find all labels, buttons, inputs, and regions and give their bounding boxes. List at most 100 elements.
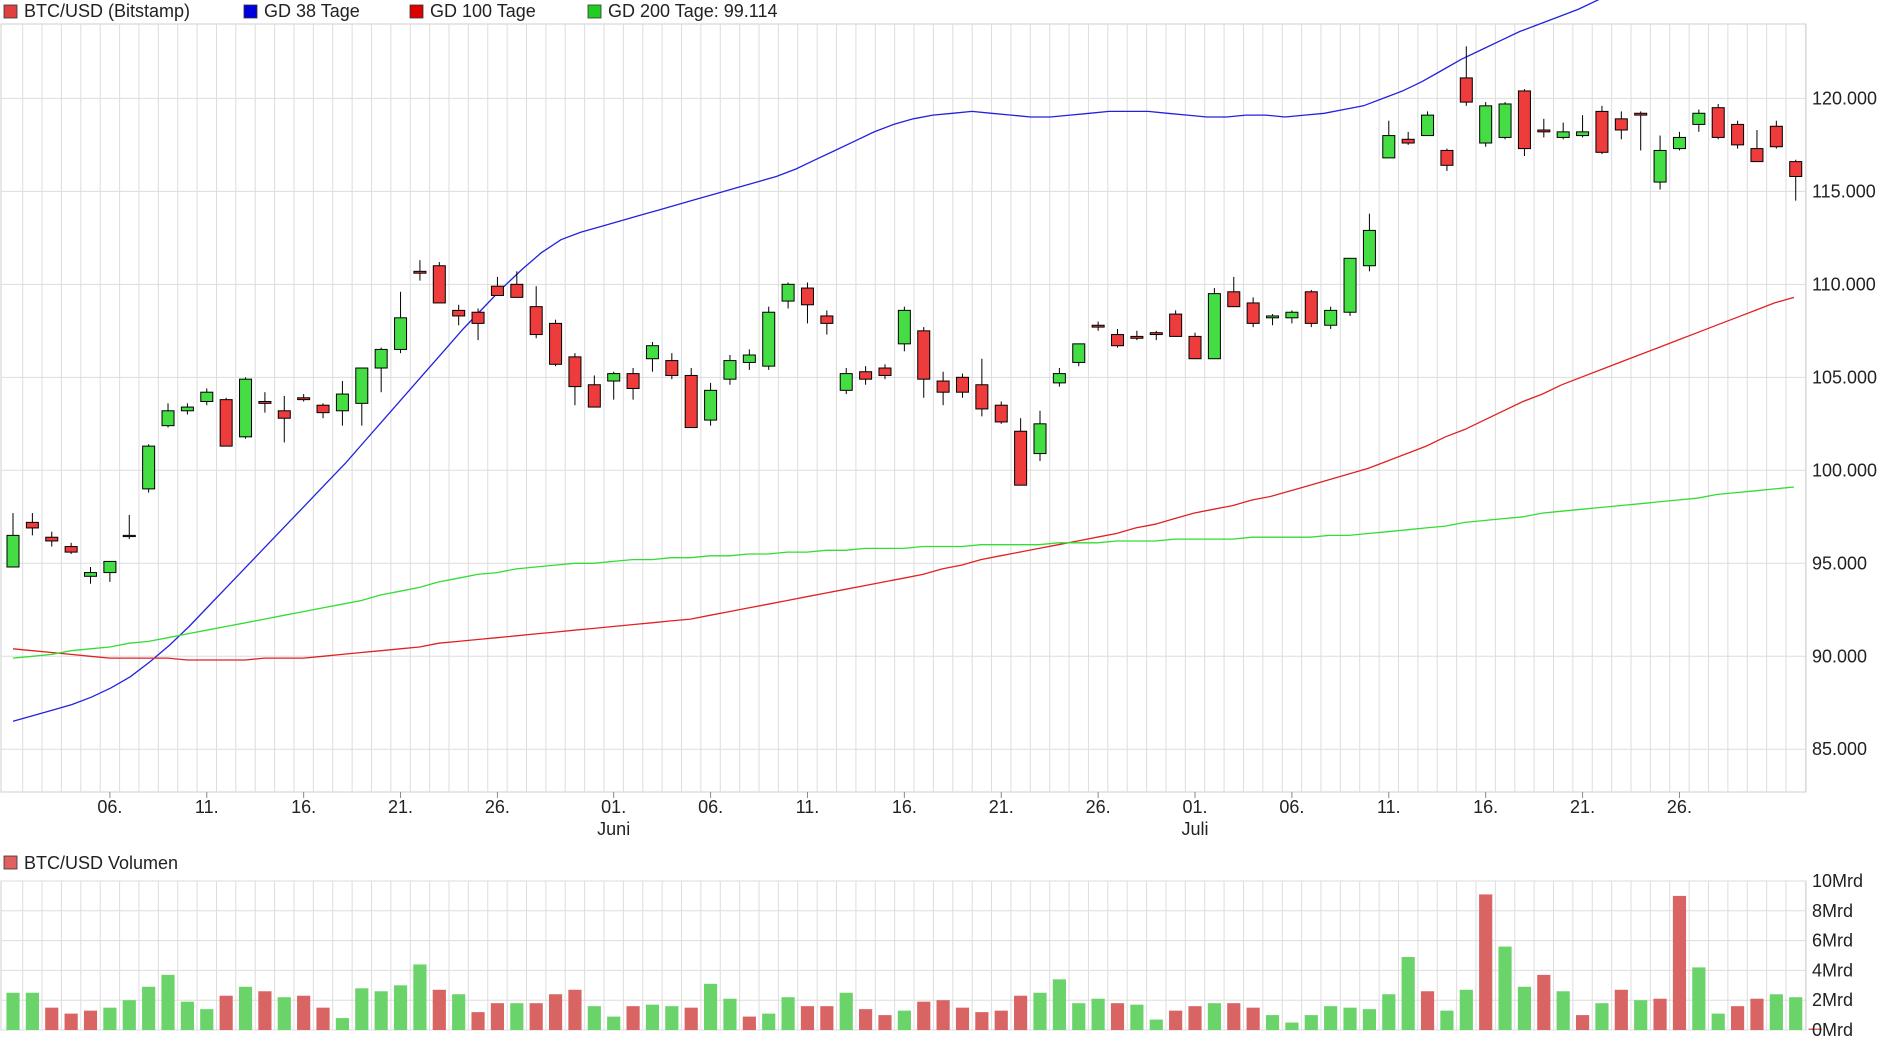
volume-bar [471, 1012, 485, 1030]
legend-swatch [587, 4, 602, 19]
candle-body [1711, 107, 1725, 138]
volume-bar [1711, 1013, 1725, 1030]
x-tick-label: 16. [1473, 797, 1498, 817]
candle-body [258, 400, 272, 404]
volume-bar [645, 1004, 660, 1030]
volume-bar [839, 992, 853, 1030]
volume-bar [1440, 1010, 1454, 1030]
price-y-axis: 85.000 90.000 95.000 100.000 105.000 110.000 1… [1812, 88, 1877, 759]
candle-body [103, 560, 117, 574]
volume-bar [1556, 991, 1570, 1030]
candle-body [1014, 430, 1028, 486]
candle-body [1517, 90, 1531, 150]
candle-body [1072, 343, 1086, 363]
volume-bar [1285, 1022, 1299, 1030]
candle-body [839, 373, 853, 391]
candle-body [1537, 129, 1551, 133]
x-tick-label: 16. [892, 797, 917, 817]
volume-bar [1091, 998, 1105, 1030]
volume-bar [258, 991, 272, 1030]
volume-bar [994, 1010, 1008, 1030]
candle-body [1266, 315, 1280, 319]
volume-bar [510, 1003, 524, 1030]
volume-bar [83, 1010, 98, 1030]
volume-panel: 0Mrd 2Mrd 4Mrd 6Mrd 8Mrd 10Mrd [0, 871, 1863, 1040]
legend-label: GD 38 Tage [264, 1, 360, 21]
y-tick-label: 0Mrd [1812, 1020, 1853, 1040]
volume-bar [878, 1015, 892, 1030]
volume-bar [975, 1012, 989, 1030]
volume-bar [1033, 992, 1047, 1030]
volume-bar [1130, 1004, 1144, 1030]
volume-bar [277, 997, 291, 1030]
y-tick-label: 95.000 [1812, 553, 1867, 573]
candle-body [413, 270, 427, 274]
volume-bar [393, 985, 408, 1030]
candle-body [1421, 114, 1435, 137]
volume-bar [548, 994, 563, 1030]
candle-body [84, 572, 98, 577]
candle-body [1052, 373, 1066, 384]
volume-bar [64, 1013, 78, 1030]
volume-bar [1149, 1019, 1163, 1030]
volume-bar [665, 1006, 679, 1030]
candle-body [142, 445, 156, 490]
candle-body [1111, 334, 1125, 347]
volume-bar [1769, 994, 1783, 1030]
x-tick-label: 26. [485, 797, 510, 817]
candle-body [161, 410, 175, 427]
candle-body [1556, 131, 1570, 138]
volume-bar [219, 995, 233, 1030]
y-tick-label: 4Mrd [1812, 960, 1853, 980]
candle-body [122, 534, 136, 538]
candle-body [587, 384, 601, 408]
candle-body [1382, 135, 1396, 159]
candle-body [239, 378, 253, 438]
candle-body [180, 406, 194, 412]
candle-body [1130, 335, 1144, 339]
volume-bar [1537, 974, 1551, 1030]
volume-bar [897, 1010, 911, 1030]
y-tick-label: 100.000 [1812, 460, 1877, 480]
volume-bar [103, 1007, 117, 1030]
legend-label: GD 100 Tage [430, 1, 536, 21]
volume-bar [200, 1009, 214, 1030]
volume-bar [1362, 1009, 1377, 1030]
candle-body [684, 374, 698, 429]
candle-body [1789, 161, 1803, 177]
candle-body [762, 311, 776, 367]
candle-body [897, 309, 911, 345]
y-tick-label: 6Mrd [1812, 931, 1853, 951]
date-x-axis: 06. 11. 16. 21. 26. 01.Juni06. 11. 16. 21. 26. 01.… [97, 792, 1692, 839]
candle-body [1207, 293, 1221, 360]
x-tick-label: 16. [291, 797, 316, 817]
candle-body [723, 360, 737, 380]
volume-bar [413, 964, 427, 1030]
volume-legend: BTC/USD Volumen [3, 853, 178, 873]
volume-bar [820, 1006, 834, 1030]
y-tick-label: 10Mrd [1812, 871, 1863, 891]
volume-bar [335, 1018, 350, 1030]
candle-body [975, 384, 989, 410]
candle-body [878, 367, 892, 376]
legend-swatch [3, 4, 18, 19]
candle-body [1595, 110, 1609, 153]
volume-bar [626, 1006, 640, 1030]
candle-body [1188, 335, 1202, 360]
x-tick-label: 06. [1279, 797, 1304, 817]
candle-body [1033, 423, 1047, 455]
candle-body [452, 309, 466, 317]
candle-body [1169, 313, 1183, 337]
candle-body [1576, 131, 1590, 137]
volume-y-axis: 0Mrd 2Mrd 4Mrd 6Mrd 8Mrd 10Mrd [1812, 871, 1863, 1040]
x-tick-label: 26. [1086, 797, 1111, 817]
candle-body [471, 311, 485, 324]
volume-bar [238, 986, 253, 1030]
volume-bar [1265, 1015, 1280, 1030]
volume-bar [355, 988, 369, 1030]
volume-bar [800, 1006, 815, 1030]
volume-bar [1343, 1007, 1357, 1030]
price-panel: 85.000 90.000 95.000 100.000 105.000 110.000 1… [0, 0, 1877, 839]
candle-body [1401, 138, 1415, 144]
candle-body [277, 410, 291, 419]
